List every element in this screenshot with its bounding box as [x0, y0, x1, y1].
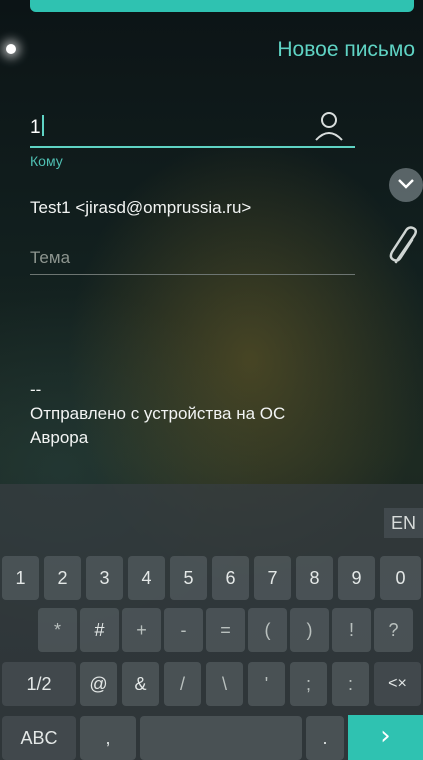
key-0[interactable]: 0 [380, 556, 421, 600]
key-exclamation[interactable]: ! [332, 608, 371, 652]
paperclip-icon[interactable] [388, 226, 422, 266]
key-9[interactable]: 9 [338, 556, 375, 600]
key-slash[interactable]: / [164, 662, 201, 706]
signature-separator: -- [30, 380, 42, 399]
recipient-chip[interactable]: Test1 <jirasd@omprussia.ru> [30, 198, 251, 218]
key-question[interactable]: ? [374, 608, 413, 652]
page-title: Новое письмо [277, 38, 415, 61]
key-period[interactable]: . [306, 716, 344, 760]
pulley-indicator [6, 44, 16, 54]
to-input-underline [30, 146, 355, 148]
key-minus[interactable]: - [164, 608, 203, 652]
key-comma[interactable]: , [80, 716, 136, 760]
to-input-value: 1 [30, 117, 41, 138]
keyboard-language-key[interactable]: EN [384, 508, 423, 538]
expand-fields-button[interactable] [389, 168, 423, 202]
key-paren-open[interactable]: ( [248, 608, 287, 652]
key-apostrophe[interactable]: ' [248, 662, 285, 706]
to-input[interactable]: 1 [30, 115, 350, 143]
backspace-icon[interactable]: <× [374, 662, 421, 706]
key-at[interactable]: @ [80, 662, 117, 706]
arrow-right-icon[interactable]: › [348, 715, 423, 760]
contact-icon[interactable] [314, 110, 344, 142]
signature-line: Отправлено с устройства на ОС [30, 404, 286, 423]
key-5[interactable]: 5 [170, 556, 207, 600]
key-8[interactable]: 8 [296, 556, 333, 600]
key-semicolon[interactable]: ; [290, 662, 327, 706]
signature-line: Аврора [30, 428, 89, 447]
text-caret [41, 115, 44, 136]
key-paren-close[interactable]: ) [290, 608, 329, 652]
key-1[interactable]: 1 [2, 556, 39, 600]
key-asterisk[interactable]: * [38, 608, 77, 652]
subject-underline [30, 274, 355, 275]
key-3[interactable]: 3 [86, 556, 123, 600]
key-ampersand[interactable]: & [122, 662, 159, 706]
key-plus[interactable]: + [122, 608, 161, 652]
key-backslash[interactable]: \ [206, 662, 243, 706]
key-colon[interactable]: : [332, 662, 369, 706]
key-7[interactable]: 7 [254, 556, 291, 600]
key-abc[interactable]: ABC [2, 716, 76, 760]
key-equals[interactable]: = [206, 608, 245, 652]
key-4[interactable]: 4 [128, 556, 165, 600]
key-6[interactable]: 6 [212, 556, 249, 600]
message-body[interactable]: -- Отправлено с устройства на ОС Аврора [30, 378, 370, 450]
subject-input[interactable]: Тема [30, 248, 70, 268]
key-2[interactable]: 2 [44, 556, 81, 600]
key-hash[interactable]: # [80, 608, 119, 652]
key-symbols-page[interactable]: 1/2 [2, 662, 76, 706]
to-label: Кому [30, 153, 63, 169]
pulley-menu-bar [30, 0, 414, 12]
key-space[interactable] [140, 716, 302, 760]
